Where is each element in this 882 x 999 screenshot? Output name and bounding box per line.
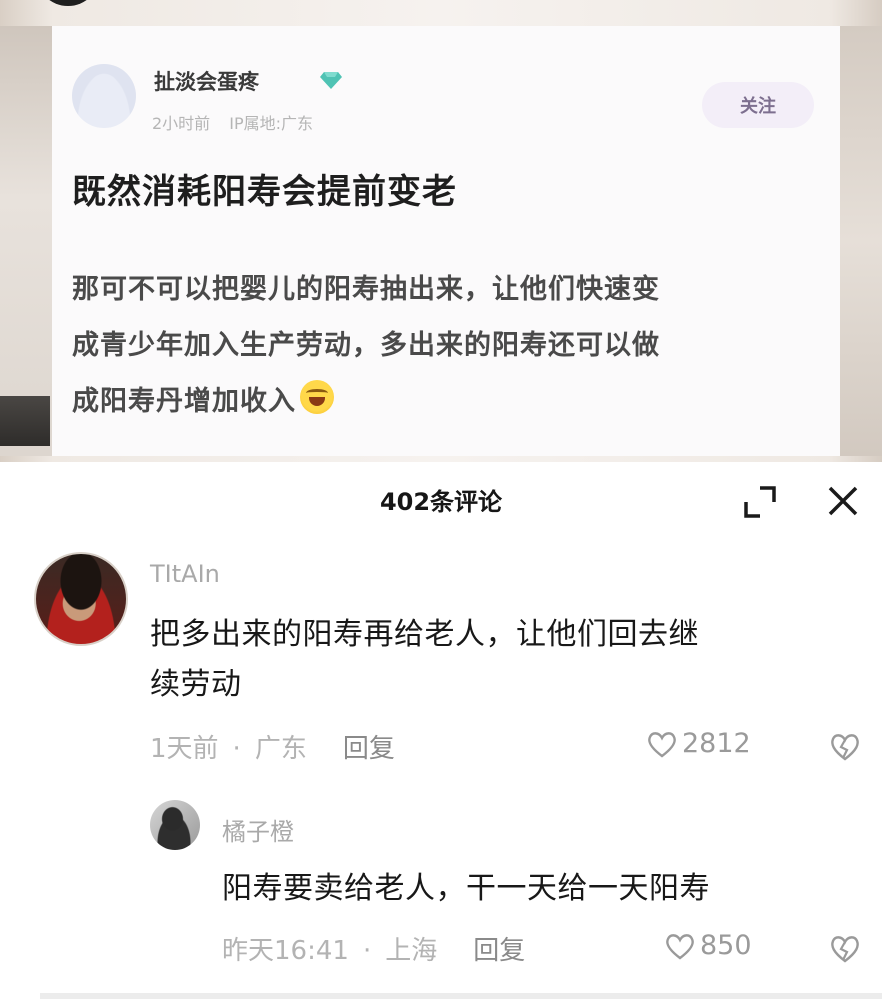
background-right-edge — [840, 26, 882, 456]
comment-text-line: 续劳动 — [150, 667, 242, 702]
background-left-edge — [0, 26, 52, 456]
comment-username[interactable]: TItAIn — [150, 560, 220, 588]
like-button[interactable]: 2812 — [646, 728, 751, 759]
reply-button[interactable]: 回复 — [343, 734, 395, 764]
comments-panel: 402条评论 TItAIn 把多出来的阳寿再给老人，让他们回去继 续劳动 1天前… — [0, 462, 882, 999]
dislike-icon[interactable] — [828, 730, 862, 762]
close-icon[interactable] — [822, 480, 864, 522]
reply-username[interactable]: 橘子橙 — [222, 812, 294, 847]
heart-icon — [648, 731, 676, 758]
reply-text: 阳寿要卖给老人，干一天给一天阳寿 — [222, 864, 710, 914]
background-dark-object — [0, 396, 50, 446]
heart-icon — [666, 933, 694, 960]
like-button[interactable]: 850 — [664, 930, 752, 961]
post-time: 2小时前 — [152, 114, 211, 133]
reply-time: 昨天16:41 — [222, 936, 349, 966]
reply-meta: 昨天16:41 · 上海 回复 — [222, 936, 526, 966]
post-body-line: 那可不可以把婴儿的阳寿抽出来，让他们快速变 — [72, 274, 660, 305]
comment-text: 把多出来的阳寿再给老人，让他们回去继 续劳动 — [150, 610, 699, 710]
dislike-icon[interactable] — [828, 932, 862, 964]
reply-text-line: 阳寿要卖给老人，干一天给一天阳寿 — [222, 871, 710, 906]
post-body: 那可不可以把婴儿的阳寿抽出来，让他们快速变 成青少年加入生产劳动，多出来的阳寿还… — [72, 262, 820, 430]
reply-button[interactable]: 回复 — [473, 936, 525, 966]
follow-button[interactable]: 关注 — [702, 82, 814, 128]
post-meta: 2小时前 IP属地:广东 — [152, 110, 313, 134]
laugh-emoji-icon — [300, 380, 334, 414]
like-count: 2812 — [682, 728, 751, 759]
post-title: 既然消耗阳寿会提前变老 — [72, 172, 457, 212]
diamond-icon — [320, 72, 342, 89]
reply-avatar[interactable] — [150, 800, 200, 850]
post-body-line: 成阳寿丹增加收入 — [72, 374, 820, 430]
post-author-name[interactable]: 扯淡会蛋疼 — [154, 66, 259, 96]
comment-time: 1天前 — [150, 734, 219, 764]
comment-meta: 1天前 · 广东 回复 — [150, 734, 395, 764]
like-count: 850 — [700, 930, 752, 961]
comment-text-line: 把多出来的阳寿再给老人，让他们回去继 — [150, 617, 699, 652]
post-author-avatar[interactable] — [72, 64, 136, 128]
comment-location: 广东 — [254, 734, 307, 764]
post-body-line: 成青少年加入生产劳动，多出来的阳寿还可以做 — [72, 330, 660, 361]
post-ip-location: IP属地:广东 — [229, 114, 314, 133]
expand-icon[interactable] — [740, 482, 780, 522]
comments-header: 402条评论 — [0, 476, 882, 520]
reply-location: 上海 — [385, 936, 438, 966]
post-card: 扯淡会蛋疼 2小时前 IP属地:广东 关注 既然消耗阳寿会提前变老 那可不可以把… — [52, 26, 840, 456]
bottom-divider — [40, 993, 882, 999]
comment-avatar[interactable] — [34, 552, 128, 646]
